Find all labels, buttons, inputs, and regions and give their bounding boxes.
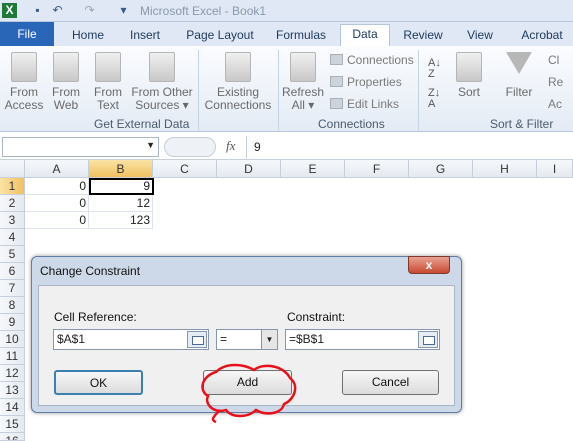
sort-z-to-a-button[interactable]: Z↓ A (428, 88, 440, 110)
cell-b2[interactable]: 12 (89, 195, 153, 212)
cancel-button[interactable]: Cancel (342, 370, 439, 395)
formula-value: 9 (254, 140, 261, 154)
cell-a2[interactable]: 0 (25, 195, 89, 212)
operator-dropdown-icon[interactable]: ▼ (261, 330, 277, 349)
dialog-title: Change Constraint (40, 264, 141, 278)
row-header[interactable]: 16 (0, 433, 25, 441)
cell-reference-label: Cell Reference: (54, 310, 137, 324)
connections-button[interactable]: Connections (330, 53, 414, 67)
row-header[interactable]: 6 (0, 263, 25, 280)
window-title: Microsoft Excel - Book1 (140, 4, 267, 18)
database-icon (149, 52, 175, 82)
group-label-get-external-data: Get External Data (94, 117, 190, 131)
from-text-button[interactable]: From Text (88, 52, 128, 112)
tab-page-layout[interactable]: Page Layout (178, 26, 262, 46)
sort-a-to-z-button[interactable]: A↓ Z (428, 58, 441, 80)
refresh-all-button[interactable]: Refresh All ▾ (282, 52, 324, 112)
column-header[interactable]: D (217, 160, 281, 178)
excel-logo-icon[interactable]: X (2, 3, 17, 18)
tab-data[interactable]: Data (340, 24, 390, 46)
column-header[interactable]: B (89, 160, 153, 178)
row-header[interactable]: 8 (0, 297, 25, 314)
refresh-icon (290, 52, 316, 82)
constraint-picker-icon[interactable] (418, 331, 438, 348)
existing-connections-button[interactable]: Existing Connections (202, 52, 274, 112)
row-header[interactable]: 3 (0, 212, 25, 229)
column-header[interactable]: H (473, 160, 537, 178)
links-icon (330, 98, 343, 109)
connections-small-icon (330, 54, 343, 65)
column-header[interactable]: A (25, 160, 89, 178)
properties-button[interactable]: Properties (330, 75, 402, 89)
cell-reference-picker-icon[interactable] (187, 331, 207, 348)
access-icon (11, 52, 37, 82)
column-header[interactable]: F (345, 160, 409, 178)
web-icon (53, 52, 79, 82)
clear-button[interactable]: Cl (548, 53, 559, 67)
formula-input[interactable] (246, 136, 573, 158)
reapply-button[interactable]: Re (548, 75, 563, 89)
row-header[interactable]: 13 (0, 382, 25, 399)
filter-button[interactable]: Filter (500, 52, 538, 99)
row-header[interactable]: 5 (0, 246, 25, 263)
row-header[interactable]: 2 (0, 195, 25, 212)
insert-function-icon[interactable]: fx (226, 138, 235, 154)
red-scribble-annotation (201, 363, 297, 424)
column-header[interactable]: I (537, 160, 573, 178)
from-web-button[interactable]: From Web (46, 52, 86, 112)
sort-button[interactable]: Sort (452, 52, 486, 99)
row-header[interactable]: 9 (0, 314, 25, 331)
cell-b3[interactable]: 123 (89, 212, 153, 229)
select-all-corner[interactable] (0, 160, 25, 178)
text-file-icon (95, 52, 121, 82)
tab-view[interactable]: View (456, 26, 504, 46)
funnel-icon (506, 52, 532, 74)
constraint-label: Constraint: (287, 310, 346, 324)
name-box[interactable]: ▼ (2, 137, 159, 157)
tab-home[interactable]: Home (60, 26, 116, 46)
cell-reference-field[interactable]: $A$1 (53, 329, 209, 350)
save-icon[interactable]: ▪ (30, 3, 45, 18)
group-label-connections: Connections (318, 117, 385, 131)
row-header[interactable]: 11 (0, 348, 25, 365)
column-header[interactable]: E (281, 160, 345, 178)
advanced-button[interactable]: Ac (548, 97, 562, 111)
connections-icon (225, 52, 251, 82)
row-header[interactable]: 10 (0, 331, 25, 348)
formula-bar: ▼ fx 9 (0, 133, 573, 160)
cell-a1[interactable]: 0 (25, 178, 89, 195)
formula-controls (164, 137, 216, 157)
row-header[interactable]: 1 (0, 178, 25, 195)
name-box-dropdown-icon[interactable]: ▼ (146, 140, 155, 150)
column-header[interactable]: C (153, 160, 217, 178)
cell-a3[interactable]: 0 (25, 212, 89, 229)
from-other-sources-button[interactable]: From Other Sources ▾ (130, 52, 194, 112)
row-header[interactable]: 4 (0, 229, 25, 246)
sort-icon (456, 52, 482, 82)
from-access-button[interactable]: From Access (4, 52, 44, 112)
row-header[interactable]: 14 (0, 399, 25, 416)
undo-icon[interactable]: ↶ (50, 3, 65, 18)
customize-quick-access-icon[interactable]: ▾ (116, 3, 131, 18)
tab-insert[interactable]: Insert (120, 26, 170, 46)
group-label-sort-filter: Sort & Filter (490, 117, 554, 131)
tab-formulas[interactable]: Formulas (268, 26, 334, 46)
ok-button[interactable]: OK (54, 370, 143, 395)
column-header[interactable]: G (409, 160, 473, 178)
properties-icon (330, 76, 343, 87)
redo-icon[interactable]: ↷ (82, 3, 97, 18)
close-button[interactable]: x (408, 256, 450, 274)
edit-links-button[interactable]: Edit Links (330, 97, 399, 111)
constraint-field[interactable]: =$B$1 (285, 329, 440, 350)
selected-cell-outline (89, 178, 154, 195)
tab-review[interactable]: Review (396, 26, 450, 46)
tab-acrobat[interactable]: Acrobat (512, 26, 572, 46)
row-header[interactable]: 7 (0, 280, 25, 297)
title-bar: X ▪ ↶ ↷ ▾ Microsoft Excel - Book1 (0, 0, 573, 22)
row-header[interactable]: 12 (0, 365, 25, 382)
row-header[interactable]: 15 (0, 416, 25, 433)
tab-file[interactable]: File (0, 22, 54, 46)
